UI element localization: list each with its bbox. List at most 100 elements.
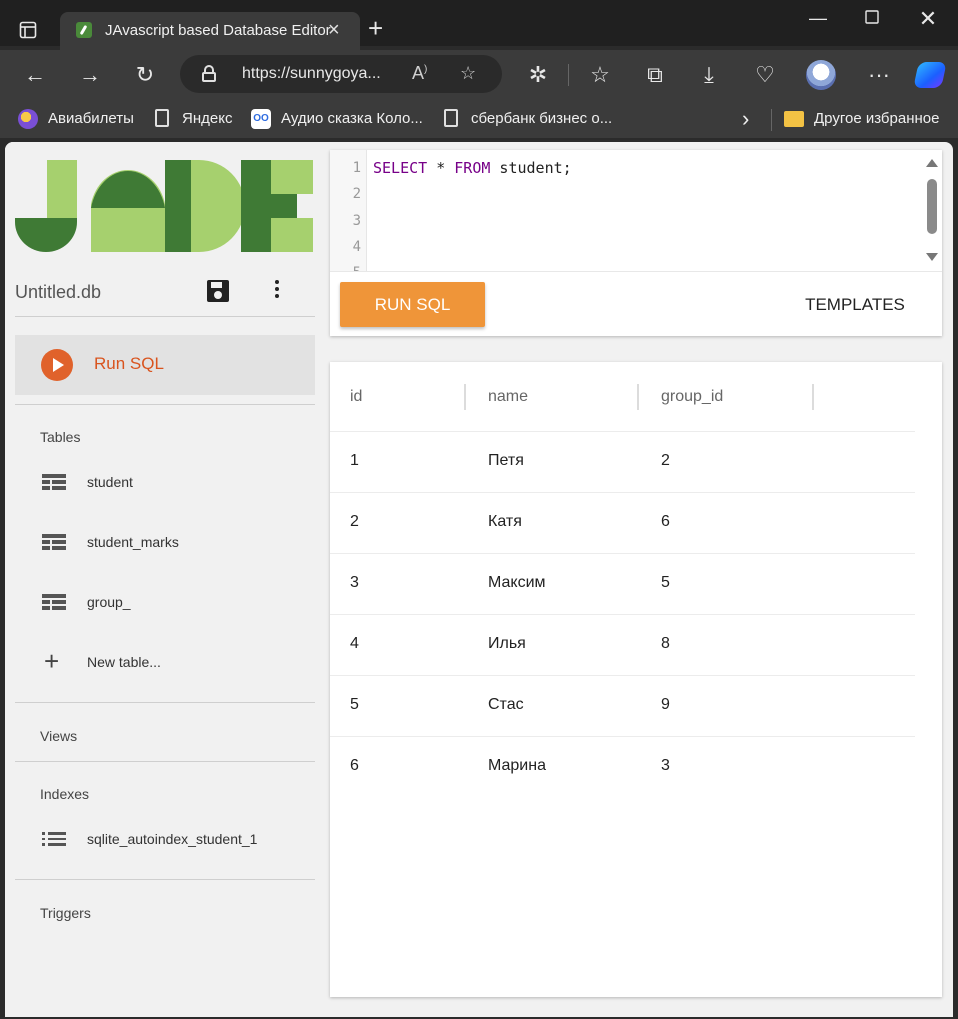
tables-section-title: Tables: [40, 429, 81, 445]
save-icon[interactable]: [207, 280, 229, 302]
sql-editor-card: 1 2 3 4 5 SELECT * FROM student; RUN SQL…: [330, 150, 942, 336]
other-favorites[interactable]: Другое избранное: [814, 110, 939, 127]
run-sql-label: Run SQL: [94, 354, 164, 373]
sidebar-index-item[interactable]: sqlite_autoindex_student_1: [40, 819, 310, 859]
browser-toolbar: ← → ↻ https://sunnygoya... A) ☆ ✲ ☆ ⧉ ⤓ …: [0, 50, 958, 100]
divider: [15, 404, 315, 405]
table-row: 4 Илья 8: [330, 614, 915, 675]
sidebar-table-student-marks[interactable]: student_marks: [40, 522, 310, 562]
close-window-icon[interactable]: ✕: [908, 6, 948, 32]
line-number: 1: [352, 160, 361, 176]
table-icon: [42, 474, 66, 491]
extensions-icon[interactable]: ✲: [523, 62, 553, 88]
sql-code-editor[interactable]: SELECT * FROM student;: [373, 159, 572, 177]
scroll-thumb[interactable]: [927, 179, 937, 234]
read-aloud-icon[interactable]: A): [412, 63, 427, 84]
bookmarks-bar: Авиабилеты Яндекс OO Аудио сказка Коло..…: [0, 100, 958, 138]
sidebar-table-student[interactable]: student: [40, 462, 310, 502]
new-table-item[interactable]: + New table...: [40, 642, 310, 682]
collections-icon[interactable]: ⧉: [640, 62, 670, 88]
globe-icon: [18, 109, 38, 129]
jade-app: Untitled.db Run SQL Tables student stude…: [5, 142, 953, 1017]
cell-name: Петя: [488, 452, 524, 469]
folder-icon: [784, 111, 804, 127]
cell-name: Марина: [488, 757, 546, 774]
cell-group-id: 5: [661, 574, 670, 591]
divider: [15, 702, 315, 703]
table-row: 1 Петя 2: [330, 431, 915, 492]
scroll-up-arrow-icon[interactable]: [926, 159, 938, 167]
plus-icon: +: [44, 646, 60, 676]
column-resize-handle[interactable]: [637, 384, 639, 410]
browser-essentials-icon[interactable]: ♡: [750, 62, 780, 88]
cell-id: 1: [350, 452, 359, 469]
copilot-icon[interactable]: [913, 62, 947, 88]
divider: [15, 761, 315, 762]
table-row: 2 Катя 6: [330, 492, 915, 553]
more-options-icon[interactable]: ···: [864, 62, 894, 88]
line-number: 2: [352, 186, 361, 202]
sql-text: student;: [490, 159, 572, 177]
audio-book-icon: OO: [251, 109, 271, 129]
url-text[interactable]: https://sunnygoya...: [242, 65, 381, 83]
column-header-name[interactable]: name: [488, 388, 528, 406]
bookmark-sberbank[interactable]: сбербанк бизнес о...: [471, 110, 612, 127]
sidebar-table-group[interactable]: group_: [40, 582, 310, 622]
database-name[interactable]: Untitled.db: [15, 282, 101, 303]
downloads-icon[interactable]: ⤓: [694, 62, 724, 88]
line-number-gutter: 1 2 3 4 5: [330, 150, 367, 271]
cell-name: Максим: [488, 574, 546, 591]
document-icon: [444, 109, 458, 127]
minimize-icon[interactable]: —: [798, 8, 838, 29]
more-vert-icon[interactable]: [271, 278, 283, 302]
favorites-icon[interactable]: ☆: [585, 62, 615, 88]
column-resize-handle[interactable]: [812, 384, 814, 410]
run-sql-button[interactable]: RUN SQL: [340, 282, 485, 327]
cell-group-id: 2: [661, 452, 670, 469]
browser-tab-bar: JAvascript based Database Editor × + — ✕: [0, 0, 958, 50]
jade-favicon-icon: [76, 22, 92, 38]
bookmarks-overflow-chevron-icon[interactable]: ›: [742, 106, 749, 132]
run-sql-item[interactable]: Run SQL: [15, 335, 315, 395]
maximize-icon[interactable]: [852, 8, 892, 29]
refresh-icon[interactable]: ↻: [130, 62, 160, 88]
tab-actions-icon[interactable]: [14, 16, 42, 44]
profile-avatar[interactable]: [806, 60, 836, 90]
column-header-id[interactable]: id: [350, 388, 362, 406]
sql-keyword: SELECT: [373, 159, 428, 177]
divider: [330, 271, 942, 272]
divider: [15, 879, 315, 880]
play-icon: [41, 349, 73, 381]
table-icon: [42, 594, 66, 611]
cell-id: 4: [350, 635, 359, 652]
column-resize-handle[interactable]: [464, 384, 466, 410]
scroll-down-arrow-icon[interactable]: [926, 253, 938, 261]
lock-icon[interactable]: [202, 65, 216, 82]
line-number: 3: [352, 213, 361, 229]
sidebar: Untitled.db Run SQL Tables student stude…: [5, 142, 323, 1017]
document-icon: [155, 109, 169, 127]
bookmarks-divider: [771, 109, 772, 131]
back-icon[interactable]: ←: [20, 62, 50, 88]
bookmark-aviabilety[interactable]: Авиабилеты: [48, 110, 134, 127]
editor-scrollbar[interactable]: [922, 150, 940, 271]
cell-id: 2: [350, 513, 359, 530]
new-tab-icon[interactable]: +: [368, 14, 383, 42]
forward-icon[interactable]: →: [75, 62, 105, 88]
triggers-section-title: Triggers: [40, 905, 91, 921]
cell-id: 3: [350, 574, 359, 591]
bookmark-yandex[interactable]: Яндекс: [182, 110, 232, 127]
close-tab-icon[interactable]: ×: [328, 19, 340, 42]
favorite-star-icon[interactable]: ☆: [460, 63, 476, 84]
address-bar[interactable]: https://sunnygoya... A) ☆: [180, 55, 502, 93]
cell-group-id: 3: [661, 757, 670, 774]
table-row: 6 Марина 3: [330, 736, 915, 797]
table-icon: [42, 534, 66, 551]
indexes-section-title: Indexes: [40, 786, 90, 802]
bookmark-audio-tale[interactable]: Аудио сказка Коло...: [281, 110, 423, 127]
templates-button[interactable]: TEMPLATES: [790, 290, 920, 320]
active-tab[interactable]: JAvascript based Database Editor ×: [60, 12, 360, 50]
column-header-group-id[interactable]: group_id: [661, 388, 723, 406]
cell-id: 6: [350, 757, 359, 774]
cell-name: Катя: [488, 513, 522, 530]
